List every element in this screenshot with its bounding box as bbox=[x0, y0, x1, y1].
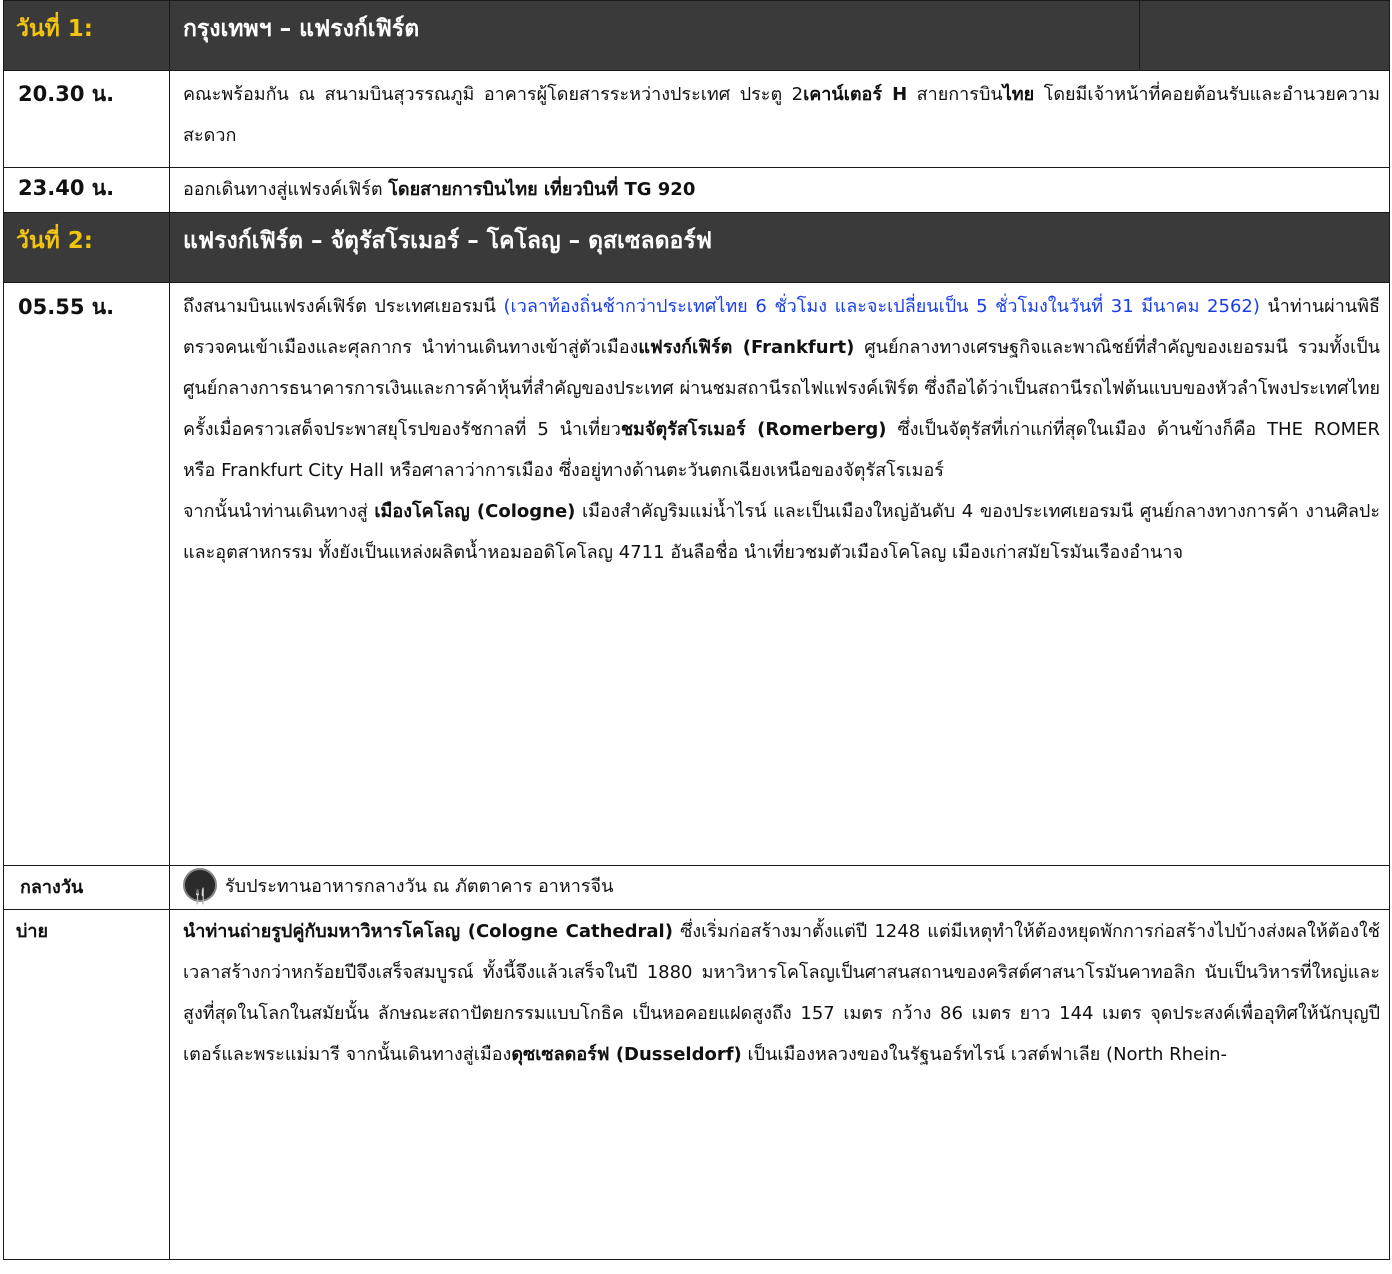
itinerary-table: วันที่ 1: กรุงเทพฯ – แฟรงก์เฟิร์ต 20.30 … bbox=[3, 0, 1390, 1260]
activity-description: ถึงสนามบินแฟรงค์เฟิร์ต ประเทศเยอรมนี (เว… bbox=[183, 296, 1381, 563]
itinerary-row: บ่าย นำท่านถ่ายรูปคู่กับมหาวิหารโคโลญ (C… bbox=[3, 909, 1390, 1260]
day-label: วันที่ 2: bbox=[16, 228, 94, 254]
day-extra-cell bbox=[1139, 0, 1390, 71]
day-2-header: วันที่ 2: แฟรงก์เฟิร์ต – จัตุรัสโรเมอร์ … bbox=[3, 212, 1390, 283]
itinerary-row: 23.40 น. ออกเดินทางสู่แฟรงค์เฟิร์ต โดยสา… bbox=[3, 167, 1390, 213]
day-1-header: วันที่ 1: กรุงเทพฯ – แฟรงก์เฟิร์ต bbox=[3, 0, 1390, 71]
activity-description: ออกเดินทางสู่แฟรงค์เฟิร์ต โดยสายการบินไท… bbox=[183, 179, 696, 200]
time-label: 23.40 น. bbox=[18, 176, 115, 200]
day-label: วันที่ 1: bbox=[16, 16, 94, 42]
time-label: 05.55 น. bbox=[18, 295, 115, 319]
activity-description: คณะพร้อมกัน ณ สนามบินสุวรรณภูมิ อาคารผู้… bbox=[183, 84, 1380, 146]
restaurant-icon bbox=[183, 868, 217, 917]
day-title: กรุงเทพฯ – แฟรงก์เฟิร์ต bbox=[183, 16, 420, 42]
time-label: กลางวัน bbox=[20, 877, 84, 898]
day-title: แฟรงก์เฟิร์ต – จัตุรัสโรเมอร์ – โคโลญ – … bbox=[183, 228, 713, 254]
activity-description: นำท่านถ่ายรูปคู่กับมหาวิหารโคโลญ (Cologn… bbox=[183, 921, 1380, 1065]
local-time-note: (เวลาท้องถิ่นช้ากว่าประเทศไทย 6 ชั่วโมง … bbox=[503, 296, 1260, 317]
time-label: 20.30 น. bbox=[18, 82, 115, 106]
itinerary-row: กลางวัน รับประทานอาหารกลางวัน ณ ภัตตาคาร… bbox=[3, 865, 1390, 917]
day-title-cell: กรุงเทพฯ – แฟรงก์เฟิร์ต bbox=[169, 0, 1140, 71]
itinerary-row: 05.55 น. ถึงสนามบินแฟรงค์เฟิร์ต ประเทศเย… bbox=[3, 282, 1390, 866]
meal-description: รับประทานอาหารกลางวัน ณ ภัตตาคาร อาหารจี… bbox=[170, 866, 1389, 917]
itinerary-row: 20.30 น. คณะพร้อมกัน ณ สนามบินสุวรรณภูมิ… bbox=[3, 70, 1390, 168]
time-label: บ่าย bbox=[16, 921, 49, 942]
day-label-cell: วันที่ 1: bbox=[3, 0, 170, 71]
